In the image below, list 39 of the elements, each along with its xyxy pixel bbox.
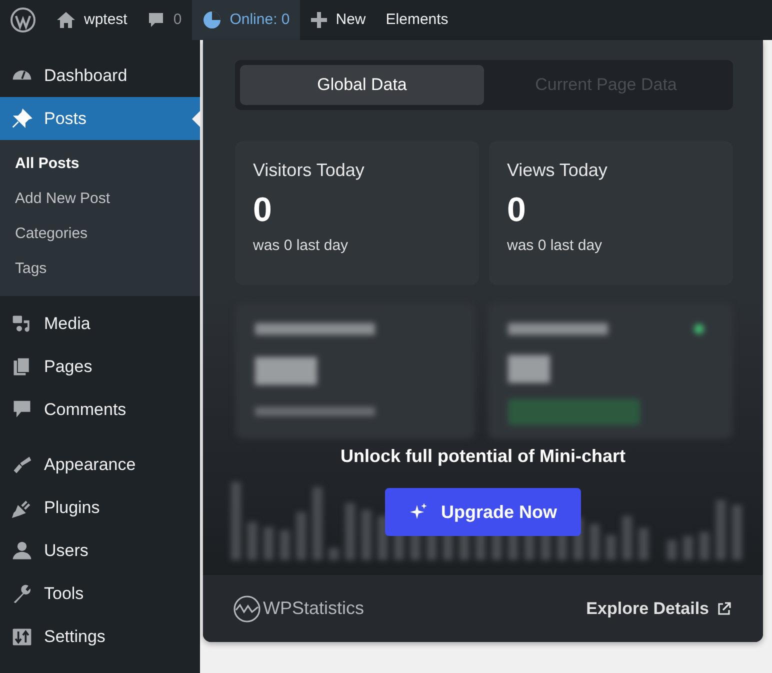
home-icon [56, 10, 76, 30]
wave-logo-icon [233, 594, 261, 622]
stat-value: 0 [253, 190, 273, 231]
plus-icon [310, 11, 328, 29]
sidebar-item[interactable]: Dashboard [0, 54, 200, 97]
wordpress-logo-icon [10, 7, 36, 33]
stat-note: was 0 last day [507, 236, 604, 256]
comments-counter[interactable]: 0 [137, 0, 192, 40]
sidebar-item[interactable]: Media [0, 302, 200, 345]
sidebar-item[interactable]: Users [0, 529, 200, 572]
external-link-icon [717, 602, 731, 616]
sidebar-item[interactable]: Pages [0, 345, 200, 388]
menu-link[interactable]: Elements [376, 0, 458, 40]
stat-label: Views Today [507, 159, 608, 182]
stat-label: Visitors Today [253, 159, 366, 182]
sidebar-item[interactable]: Plugins [0, 486, 200, 529]
sidebar-item[interactable]: Tools [0, 572, 200, 615]
comment-icon [147, 11, 166, 29]
submenu-item[interactable]: Add New Post [0, 181, 200, 216]
upsell-message: Unlock full potential of Mini-chart [340, 445, 626, 468]
site-name-link[interactable]: wptest [46, 0, 138, 40]
sidebar-item[interactable]: Settings [0, 615, 200, 658]
online-counter[interactable]: Online: 0 [192, 0, 300, 40]
submenu-item[interactable]: Tags [0, 251, 200, 286]
explore-details-link[interactable]: Explore Details [586, 596, 731, 622]
sidebar-item[interactable]: Appearance [0, 443, 200, 486]
user-icon [10, 540, 34, 562]
stat-note: was 0 last day [253, 236, 350, 256]
sidebar-item[interactable]: Comments [0, 388, 200, 431]
pushpin-icon [10, 108, 34, 130]
brand-name: WPStatistics [263, 597, 364, 620]
stat-value: 0 [507, 190, 527, 231]
upgrade-button[interactable]: Upgrade Now [384, 488, 581, 536]
submenu-item[interactable]: All Posts [0, 146, 200, 181]
submenu-item[interactable]: Categories [0, 216, 200, 251]
pie-chart-icon [202, 10, 222, 30]
tab[interactable]: Global Data [240, 65, 484, 105]
sidebar-item[interactable]: Posts [0, 97, 200, 140]
new-button[interactable]: New [300, 0, 376, 40]
